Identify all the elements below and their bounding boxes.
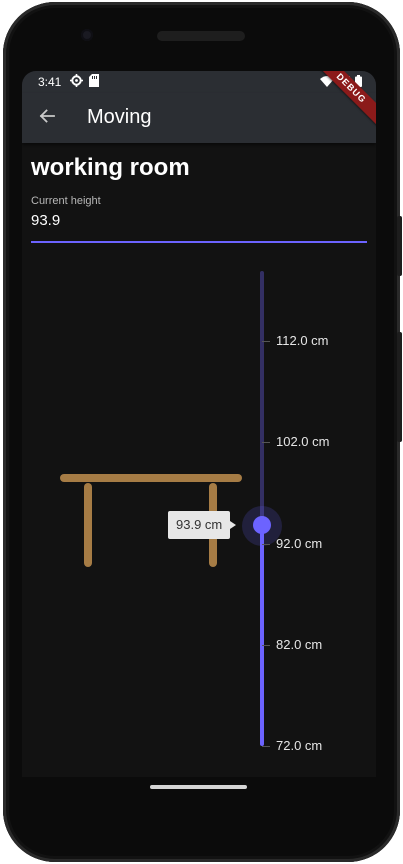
arrow-back-icon [38,107,56,130]
height-slider-track-active[interactable] [260,526,264,746]
height-slider-track-inactive[interactable] [260,271,264,526]
status-time: 3:41 [38,75,62,89]
power-button [397,216,402,276]
current-height-field[interactable]: Current height 93.9 [31,195,367,243]
app-bar: Moving [22,93,376,143]
slider-tick-label: 102.0 cm [276,434,330,449]
page-title: Moving [87,106,152,128]
slider-value-tooltip: 93.9 cm [168,511,237,539]
slider-tick [262,746,270,747]
front-camera [81,29,93,41]
slider-tick [262,341,270,342]
slider-tick-label: 112.0 cm [276,333,329,348]
slider-tick [262,442,270,443]
slider-tick-label: 92.0 cm [276,536,323,551]
height-slider-thumb[interactable] [253,516,271,534]
earpiece-speaker [157,31,245,41]
slider-tick-label: 82.0 cm [276,637,323,652]
status-icons-left [70,74,99,90]
slider-tick [262,544,270,545]
slider-tick [262,645,270,646]
current-height-label: Current height [31,195,101,207]
app-screen: 3:41 Moving DEBUG working room Current h… [22,71,376,777]
status-bar: 3:41 [22,71,376,93]
gesture-navigation-bar[interactable] [150,785,247,789]
room-name: working room [31,154,190,181]
gear-icon [70,74,83,90]
back-button[interactable] [34,105,60,131]
volume-button [397,332,402,442]
current-height-value: 93.9 [31,212,61,229]
sd-card-icon [89,74,99,90]
slider-tick-label: 72.0 cm [276,738,323,753]
